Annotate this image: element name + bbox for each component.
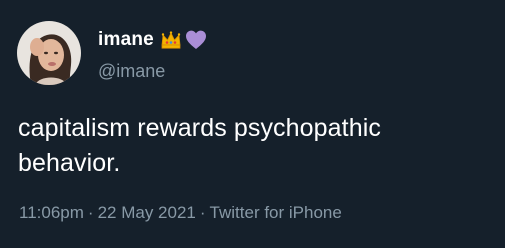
tweet-text-line: behavior.: [18, 149, 121, 177]
tweet-date[interactable]: 22 May 2021: [98, 203, 196, 222]
user-handle[interactable]: @imane: [98, 61, 207, 82]
tweet-source[interactable]: Twitter for iPhone: [210, 203, 342, 222]
purple-heart-emoji-icon: [185, 29, 207, 51]
display-name[interactable]: imane: [98, 29, 154, 51]
tweet-time[interactable]: 11:06pm: [19, 203, 84, 222]
meta-separator: ·: [199, 203, 206, 222]
crown-emoji-icon: [160, 29, 182, 51]
tweet-text-line: capitalism rewards psychopathic: [18, 114, 381, 142]
tweet-text: capitalism rewards psychopathic behavior…: [18, 111, 488, 181]
tweet-card: imane @imane capitalism rewards psychopa…: [0, 0, 505, 248]
display-name-row: imane: [98, 28, 207, 52]
author-block: imane @imane: [98, 28, 207, 82]
meta-separator: ·: [87, 203, 94, 222]
avatar[interactable]: [17, 21, 81, 85]
tweet-meta: 11:06pm · 22 May 2021 · Twitter for iPhone: [19, 203, 342, 223]
